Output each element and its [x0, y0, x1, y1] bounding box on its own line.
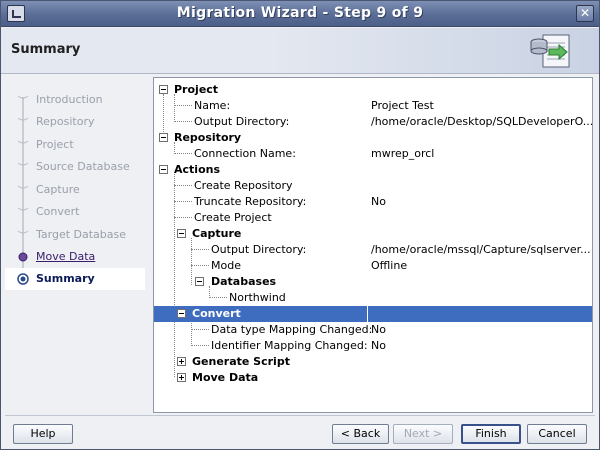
tree-node-repository[interactable]: Repository	[154, 130, 592, 146]
collapse-toggle-icon[interactable]	[177, 229, 186, 238]
tree-row-label: Mode	[211, 259, 241, 272]
tree-row[interactable]: Truncate Repository: No	[154, 194, 592, 210]
tree-row[interactable]: Output Directory: /home/oracle/Desktop/S…	[154, 114, 594, 130]
step-node-dot-icon	[18, 252, 28, 262]
tree-node-label: Repository	[174, 131, 242, 144]
cancel-button[interactable]: Cancel	[527, 424, 587, 444]
tree-row-label: Truncate Repository:	[194, 195, 307, 208]
step-node-icon	[17, 140, 29, 144]
tree-row-label: Data type Mapping Changed:	[211, 323, 373, 336]
tree-row-value: Project Test	[371, 99, 434, 112]
tree-row-value: Offline	[371, 259, 408, 272]
step-label: Convert	[36, 205, 80, 218]
step-introduction: Introduction	[5, 89, 145, 111]
step-label: Project	[36, 138, 74, 151]
title-bar[interactable]: Migration Wizard - Step 9 of 9 ✕	[1, 1, 599, 27]
tree-node-label: Project	[174, 83, 219, 96]
step-current-icon	[17, 273, 29, 285]
tree-row-label: Output Directory:	[194, 115, 290, 128]
button-bar-divider	[5, 415, 595, 416]
step-move-data[interactable]: Move Data	[5, 246, 145, 268]
tree-row-label: Northwind	[229, 291, 286, 304]
tree-row[interactable]: Create Project	[154, 210, 592, 226]
back-button[interactable]: < Back	[332, 424, 389, 444]
wizard-header: Summary	[1, 28, 599, 74]
tree-row-value: No	[371, 339, 386, 352]
expand-toggle-icon[interactable]	[177, 357, 186, 366]
tree-node-capture[interactable]: Capture	[154, 226, 592, 242]
tree-node-actions[interactable]: Actions	[154, 162, 592, 178]
tree-row[interactable]: Identifier Mapping Changed: No	[154, 338, 592, 354]
collapse-toggle-icon[interactable]	[159, 133, 168, 142]
tree-row[interactable]: Create Repository	[154, 178, 592, 194]
tree-node-label: Actions	[174, 163, 220, 176]
step-source-database: Source Database	[5, 156, 145, 178]
step-label: Introduction	[36, 93, 103, 106]
tree-row[interactable]: Data type Mapping Changed: No	[154, 322, 592, 338]
tree-node-label: Databases	[211, 275, 277, 288]
tree-row-label: Output Directory:	[211, 243, 307, 256]
window-title: Migration Wizard - Step 9 of 9	[176, 5, 424, 21]
step-repository: Repository	[5, 111, 145, 133]
next-button[interactable]: Next >	[393, 424, 453, 444]
step-node-icon	[17, 185, 29, 189]
step-label: Target Database	[36, 228, 127, 241]
expand-toggle-icon[interactable]	[177, 373, 186, 382]
tree-node-project[interactable]: Project	[154, 82, 592, 98]
wizard-steps-nav: Introduction Repository Project Source D…	[5, 83, 145, 413]
collapse-toggle-icon[interactable]	[159, 85, 168, 94]
column-divider	[367, 306, 368, 322]
tree-row-label: Create Project	[194, 211, 272, 224]
tree-node-move-data[interactable]: Move Data	[154, 370, 592, 386]
summary-tree[interactable]: Project Name: Project Test Output Direct…	[153, 77, 593, 413]
tree-node-convert[interactable]: Convert	[154, 306, 592, 322]
step-label: Repository	[36, 115, 95, 128]
step-label: Capture	[36, 183, 80, 196]
collapse-toggle-icon[interactable]	[195, 277, 204, 286]
tree-row-value: /home/oracle/mssql/Capture/sqlserver...	[371, 243, 591, 256]
tree-row-label: Create Repository	[194, 179, 293, 192]
tree-row[interactable]: Northwind	[154, 290, 592, 306]
help-button[interactable]: Help	[13, 424, 73, 444]
tree-row-label: Identifier Mapping Changed:	[211, 339, 368, 352]
tree-row[interactable]: Mode Offline	[154, 258, 592, 274]
database-migration-icon	[530, 34, 570, 68]
step-node-icon	[17, 117, 29, 121]
tree-row-value: /home/oracle/Desktop/SQLDeveloperO...	[371, 115, 594, 128]
close-button[interactable]: ✕	[576, 5, 594, 22]
tree-row-value: No	[371, 323, 386, 336]
collapse-toggle-icon[interactable]	[177, 309, 186, 318]
tree-row-value: No	[371, 195, 386, 208]
tree-row[interactable]: Name: Project Test	[154, 98, 592, 114]
step-label: Move Data	[36, 250, 96, 263]
tree-node-label: Convert	[192, 307, 241, 320]
step-node-icon	[17, 95, 29, 99]
tree-row[interactable]: Output Directory: /home/oracle/mssql/Cap…	[154, 242, 592, 258]
step-label: Summary	[36, 272, 95, 285]
tree-row-value: mwrep_orcl	[371, 147, 435, 160]
tree-node-generate-script[interactable]: Generate Script	[154, 354, 592, 370]
page-title: Summary	[11, 42, 81, 57]
step-node-icon	[17, 230, 29, 234]
tree-node-label: Capture	[192, 227, 242, 240]
step-project: Project	[5, 134, 145, 156]
migration-wizard-window: Migration Wizard - Step 9 of 9 ✕ Summary…	[0, 0, 600, 450]
tree-node-databases[interactable]: Databases	[154, 274, 592, 290]
step-label: Source Database	[36, 160, 130, 173]
step-target-database: Target Database	[5, 224, 145, 246]
step-summary[interactable]: Summary	[5, 268, 145, 290]
tree-node-label: Move Data	[192, 371, 259, 384]
tree-row-label: Name:	[194, 99, 231, 112]
finish-button[interactable]: Finish	[461, 424, 521, 444]
tree-row-label: Connection Name:	[194, 147, 296, 160]
tree-node-label: Generate Script	[192, 355, 290, 368]
collapse-toggle-icon[interactable]	[159, 165, 168, 174]
step-node-icon	[17, 162, 29, 166]
step-node-icon	[17, 207, 29, 211]
step-convert: Convert	[5, 201, 145, 223]
tree-row[interactable]: Connection Name: mwrep_orcl	[154, 146, 592, 162]
step-capture: Capture	[5, 179, 145, 201]
